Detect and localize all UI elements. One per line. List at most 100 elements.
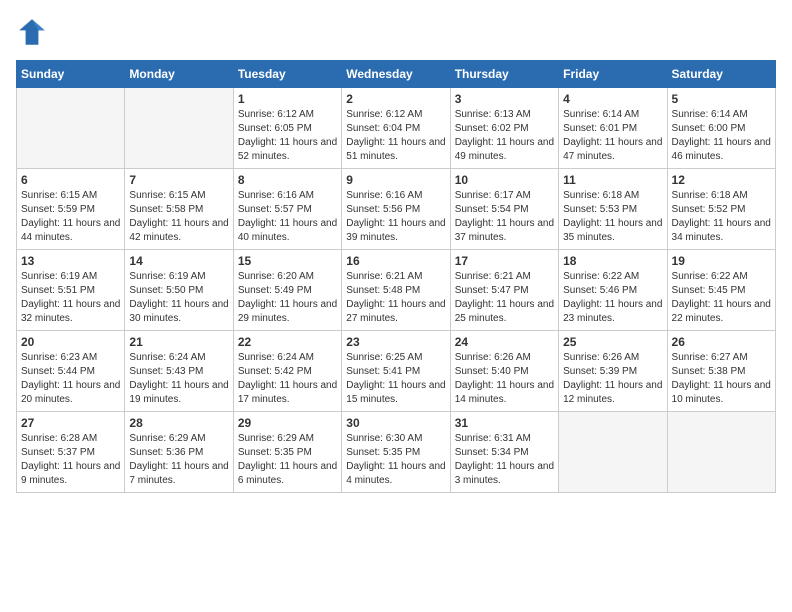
calendar-table: SundayMondayTuesdayWednesdayThursdayFrid… (16, 60, 776, 493)
calendar-cell: 15 Sunrise: 6:20 AM Sunset: 5:49 PM Dayli… (233, 250, 341, 331)
calendar-cell: 27 Sunrise: 6:28 AM Sunset: 5:37 PM Dayli… (17, 412, 125, 493)
weekday-header-thursday: Thursday (450, 61, 558, 88)
day-info: Sunrise: 6:23 AM Sunset: 5:44 PM Dayligh… (21, 351, 120, 407)
day-info: Sunrise: 6:26 AM Sunset: 5:40 PM Dayligh… (455, 351, 554, 407)
day-number: 13 (21, 254, 120, 268)
calendar-cell: 29 Sunrise: 6:29 AM Sunset: 5:35 PM Dayli… (233, 412, 341, 493)
day-info: Sunrise: 6:15 AM Sunset: 5:58 PM Dayligh… (129, 189, 228, 245)
day-info: Sunrise: 6:29 AM Sunset: 5:35 PM Dayligh… (238, 432, 337, 488)
calendar-cell: 21 Sunrise: 6:24 AM Sunset: 5:43 PM Dayli… (125, 331, 233, 412)
day-number: 30 (346, 416, 445, 430)
calendar-cell: 31 Sunrise: 6:31 AM Sunset: 5:34 PM Dayli… (450, 412, 558, 493)
calendar-week-row: 1 Sunrise: 6:12 AM Sunset: 6:05 PM Daylig… (17, 88, 776, 169)
day-number: 17 (455, 254, 554, 268)
day-number: 16 (346, 254, 445, 268)
calendar-cell: 1 Sunrise: 6:12 AM Sunset: 6:05 PM Daylig… (233, 88, 341, 169)
day-info: Sunrise: 6:21 AM Sunset: 5:48 PM Dayligh… (346, 270, 445, 326)
day-info: Sunrise: 6:20 AM Sunset: 5:49 PM Dayligh… (238, 270, 337, 326)
calendar-cell: 13 Sunrise: 6:19 AM Sunset: 5:51 PM Dayli… (17, 250, 125, 331)
day-info: Sunrise: 6:26 AM Sunset: 5:39 PM Dayligh… (563, 351, 662, 407)
day-number: 21 (129, 335, 228, 349)
calendar-cell: 12Sunrise: 6:18 AM Sunset: 5:52 PM Dayli… (667, 169, 775, 250)
day-info: Sunrise: 6:15 AM Sunset: 5:59 PM Dayligh… (21, 189, 120, 245)
weekday-header-wednesday: Wednesday (342, 61, 450, 88)
calendar-cell: 11 Sunrise: 6:18 AM Sunset: 5:53 PM Dayli… (559, 169, 667, 250)
weekday-header-friday: Friday (559, 61, 667, 88)
logo-icon (16, 16, 48, 48)
calendar-cell: 30 Sunrise: 6:30 AM Sunset: 5:35 PM Dayli… (342, 412, 450, 493)
weekday-header-tuesday: Tuesday (233, 61, 341, 88)
weekday-header-saturday: Saturday (667, 61, 775, 88)
day-number: 20 (21, 335, 120, 349)
day-number: 9 (346, 173, 445, 187)
day-info: Sunrise: 6:16 AM Sunset: 5:56 PM Dayligh… (346, 189, 445, 245)
day-number: 2 (346, 92, 445, 106)
day-number: 14 (129, 254, 228, 268)
calendar-cell (125, 88, 233, 169)
day-number: 6 (21, 173, 120, 187)
calendar-cell: 18 Sunrise: 6:22 AM Sunset: 5:46 PM Dayli… (559, 250, 667, 331)
day-number: 11 (563, 173, 662, 187)
day-info: Sunrise: 6:24 AM Sunset: 5:43 PM Dayligh… (129, 351, 228, 407)
calendar-cell: 17Sunrise: 6:21 AM Sunset: 5:47 PM Dayli… (450, 250, 558, 331)
calendar-cell: 28 Sunrise: 6:29 AM Sunset: 5:36 PM Dayli… (125, 412, 233, 493)
day-number: 23 (346, 335, 445, 349)
day-number: 5 (672, 92, 771, 106)
page-header (16, 16, 776, 48)
day-info: Sunrise: 6:28 AM Sunset: 5:37 PM Dayligh… (21, 432, 120, 488)
calendar-cell: 8 Sunrise: 6:16 AM Sunset: 5:57 PM Daylig… (233, 169, 341, 250)
day-info: Sunrise: 6:13 AM Sunset: 6:02 PM Dayligh… (455, 108, 554, 164)
day-info: Sunrise: 6:27 AM Sunset: 5:38 PM Dayligh… (672, 351, 771, 407)
day-info: Sunrise: 6:29 AM Sunset: 5:36 PM Dayligh… (129, 432, 228, 488)
day-number: 4 (563, 92, 662, 106)
day-number: 8 (238, 173, 337, 187)
calendar-cell (559, 412, 667, 493)
day-number: 22 (238, 335, 337, 349)
calendar-cell: 25 Sunrise: 6:26 AM Sunset: 5:39 PM Dayli… (559, 331, 667, 412)
calendar-cell: 7 Sunrise: 6:15 AM Sunset: 5:58 PM Daylig… (125, 169, 233, 250)
calendar-week-row: 6 Sunrise: 6:15 AM Sunset: 5:59 PM Daylig… (17, 169, 776, 250)
day-info: Sunrise: 6:18 AM Sunset: 5:53 PM Dayligh… (563, 189, 662, 245)
day-info: Sunrise: 6:22 AM Sunset: 5:46 PM Dayligh… (563, 270, 662, 326)
day-info: Sunrise: 6:22 AM Sunset: 5:45 PM Dayligh… (672, 270, 771, 326)
day-number: 28 (129, 416, 228, 430)
day-number: 10 (455, 173, 554, 187)
calendar-cell: 3Sunrise: 6:13 AM Sunset: 6:02 PM Daylig… (450, 88, 558, 169)
calendar-cell: 10 Sunrise: 6:17 AM Sunset: 5:54 PM Dayli… (450, 169, 558, 250)
day-info: Sunrise: 6:30 AM Sunset: 5:35 PM Dayligh… (346, 432, 445, 488)
calendar-cell: 23 Sunrise: 6:25 AM Sunset: 5:41 PM Dayli… (342, 331, 450, 412)
day-number: 25 (563, 335, 662, 349)
day-number: 18 (563, 254, 662, 268)
calendar-week-row: 13 Sunrise: 6:19 AM Sunset: 5:51 PM Dayli… (17, 250, 776, 331)
day-number: 31 (455, 416, 554, 430)
calendar-cell: 2 Sunrise: 6:12 AM Sunset: 6:04 PM Daylig… (342, 88, 450, 169)
day-info: Sunrise: 6:12 AM Sunset: 6:05 PM Dayligh… (238, 108, 337, 164)
calendar-cell: 22 Sunrise: 6:24 AM Sunset: 5:42 PM Dayli… (233, 331, 341, 412)
day-number: 1 (238, 92, 337, 106)
day-info: Sunrise: 6:17 AM Sunset: 5:54 PM Dayligh… (455, 189, 554, 245)
day-number: 7 (129, 173, 228, 187)
day-info: Sunrise: 6:16 AM Sunset: 5:57 PM Dayligh… (238, 189, 337, 245)
day-number: 19 (672, 254, 771, 268)
day-info: Sunrise: 6:31 AM Sunset: 5:34 PM Dayligh… (455, 432, 554, 488)
day-number: 24 (455, 335, 554, 349)
calendar-cell: 14 Sunrise: 6:19 AM Sunset: 5:50 PM Dayli… (125, 250, 233, 331)
day-number: 29 (238, 416, 337, 430)
calendar-cell (17, 88, 125, 169)
day-info: Sunrise: 6:14 AM Sunset: 6:01 PM Dayligh… (563, 108, 662, 164)
calendar-cell: 24 Sunrise: 6:26 AM Sunset: 5:40 PM Dayli… (450, 331, 558, 412)
day-info: Sunrise: 6:25 AM Sunset: 5:41 PM Dayligh… (346, 351, 445, 407)
day-info: Sunrise: 6:19 AM Sunset: 5:51 PM Dayligh… (21, 270, 120, 326)
day-info: Sunrise: 6:12 AM Sunset: 6:04 PM Dayligh… (346, 108, 445, 164)
day-info: Sunrise: 6:18 AM Sunset: 5:52 PM Dayligh… (672, 189, 771, 245)
day-number: 26 (672, 335, 771, 349)
day-info: Sunrise: 6:14 AM Sunset: 6:00 PM Dayligh… (672, 108, 771, 164)
day-number: 15 (238, 254, 337, 268)
day-info: Sunrise: 6:24 AM Sunset: 5:42 PM Dayligh… (238, 351, 337, 407)
day-info: Sunrise: 6:19 AM Sunset: 5:50 PM Dayligh… (129, 270, 228, 326)
calendar-cell: 6 Sunrise: 6:15 AM Sunset: 5:59 PM Daylig… (17, 169, 125, 250)
calendar-week-row: 27 Sunrise: 6:28 AM Sunset: 5:37 PM Dayli… (17, 412, 776, 493)
calendar-week-row: 20 Sunrise: 6:23 AM Sunset: 5:44 PM Dayli… (17, 331, 776, 412)
day-number: 27 (21, 416, 120, 430)
logo (16, 16, 52, 48)
